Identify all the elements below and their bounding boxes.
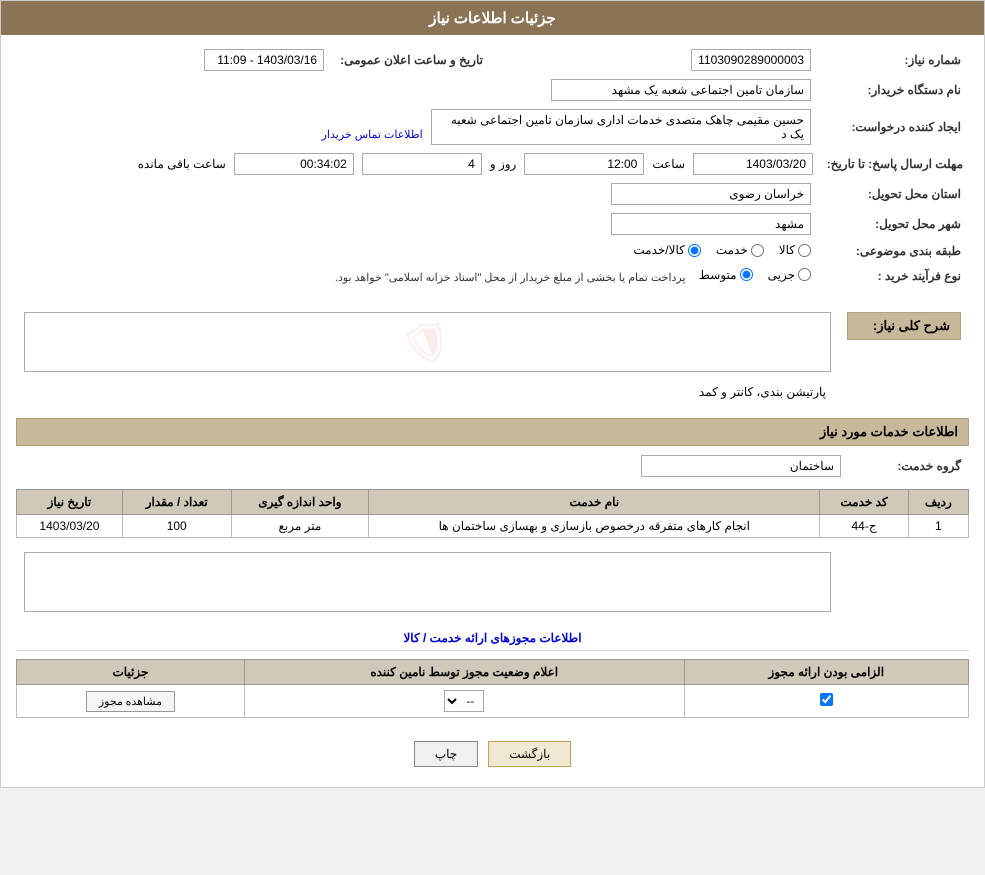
category-both-radio[interactable] [688,244,701,257]
back-button[interactable]: بازگشت [488,741,571,767]
need-number-label: شماره نیاز: [819,45,969,75]
page-wrapper: جزئیات اطلاعات نیاز شماره نیاز: 11030902… [0,0,985,788]
permits-header-row: الزامی بودن ارائه مجوز اعلام وضعیت مجوز … [17,660,969,685]
cell-row: 1 [908,515,968,538]
permits-col-required: الزامی بودن ارائه مجوز [684,660,968,685]
table-row: 1 ج-44 انجام کارهای متفرقه درخصوص بازساز… [17,515,969,538]
service-group-label: گروه خدمت: [849,451,969,481]
category-goods[interactable]: کالا [779,243,811,257]
purchase-type-content: جزیی متوسط پرداخت تمام یا بخشی از مبلغ خ… [16,264,819,289]
purchase-note: پرداخت تمام یا بخشی از مبلغ خریدار از مح… [335,272,686,284]
category-options: کالا خدمت کالا/خدمت [16,239,819,264]
city-label: شهر محل تحویل: [819,209,969,239]
deadline-label: مهلت ارسال پاسخ: تا تاریخ: [819,149,969,179]
cell-date: 1403/03/20 [17,515,123,538]
page-title: جزئیات اطلاعات نیاز [429,10,556,27]
need-desc-watermark-area: 🛡 [24,302,831,382]
service-group-table: گروه خدمت: ساختمان [16,451,969,481]
buyer-org-field: سازمان تامین اجتماعی شعبه یک مشهد [551,79,811,101]
col-date: تاریخ نیاز [17,490,123,515]
purchase-medium-radio[interactable] [740,268,753,281]
permits-section-header: اطلاعات مجوزهای ارائه خدمت / کالا [16,626,969,651]
page-header: جزئیات اطلاعات نیاز [1,1,984,35]
requester-contact-link[interactable]: اطلاعات تماس خریدار [322,129,423,141]
deadline-date-field: 1403/03/20 [693,153,813,175]
permit-status-cell: -- [244,685,684,718]
deadline-remain-field: 00:34:02 [234,153,354,175]
basic-info-table: شماره نیاز: 1103090289000003 تاریخ و ساع… [16,45,969,288]
need-desc-content: 🛡 پارتیشن بندی، کانتر و کمد [16,296,839,408]
purchase-radio-group: جزیی متوسط [699,268,811,282]
need-number-value: 1103090289000003 [503,45,819,75]
action-buttons-row: بازگشت چاپ [16,726,969,777]
need-desc-textarea[interactable] [24,312,831,372]
cell-code: ج-44 [820,515,908,538]
category-label: طبقه بندی موضوعی: [819,239,969,264]
permit-required-checkbox[interactable] [820,693,833,706]
buyer-org-label: نام دستگاه خریدار: [819,75,969,105]
requester-field: حسین مقیمی چاهک متصدی خدمات اداری سازمان… [431,109,811,145]
need-desc-section-title: شرح کلی نیاز: [847,312,961,340]
deadline-row-content: 1403/03/20 ساعت 12:00 روز و 4 00:34:02 س… [16,149,819,179]
services-data-table: ردیف کد خدمت نام خدمت واحد اندازه گیری ت… [16,489,969,538]
col-row: ردیف [908,490,968,515]
need-number-field: 1103090289000003 [691,49,811,71]
purchase-medium[interactable]: متوسط [699,268,753,282]
announce-date-label: تاریخ و ساعت اعلان عمومی: [332,45,503,75]
service-group-value: ساختمان [16,451,849,481]
col-code: کد خدمت [820,490,908,515]
cell-name: انجام کارهای متفرقه درخصوص بازسازی و بهس… [369,515,820,538]
buyer-desc-box [24,552,831,612]
cell-qty: 100 [122,515,231,538]
purchase-type-label: نوع فرآیند خرید : [819,264,969,289]
service-group-field: ساختمان [641,455,841,477]
cell-unit: متر مربع [231,515,369,538]
permits-data-row: -- مشاهده مجوز [17,685,969,718]
buyer-desc-table [16,546,969,618]
content-area: شماره نیاز: 1103090289000003 تاریخ و ساع… [1,35,984,787]
purchase-partial-radio[interactable] [798,268,811,281]
city-value: مشهد [16,209,819,239]
requester-value: حسین مقیمی چاهک متصدی خدمات اداری سازمان… [16,105,819,149]
category-service-radio[interactable] [751,244,764,257]
view-permit-button[interactable]: مشاهده مجوز [86,691,175,712]
province-value: خراسان رضوی [16,179,819,209]
service-info-section-header: اطلاعات خدمات مورد نیاز [16,418,969,446]
permit-status-select[interactable]: -- [444,690,484,712]
deadline-days-field: 4 [362,153,482,175]
buyer-desc-content [16,546,839,618]
buyer-org-value: سازمان تامین اجتماعی شعبه یک مشهد [16,75,819,105]
province-field: خراسان رضوی [611,183,811,205]
city-field: مشهد [611,213,811,235]
print-button[interactable]: چاپ [414,741,478,767]
col-unit: واحد اندازه گیری [231,490,369,515]
deadline-time-label: ساعت [652,157,685,171]
deadline-time-field: 12:00 [524,153,644,175]
announce-date-field: 1403/03/16 - 11:09 [204,49,324,71]
table-header-row: ردیف کد خدمت نام خدمت واحد اندازه گیری ت… [17,490,969,515]
purchase-partial[interactable]: جزیی [768,268,811,282]
announce-date-value: 1403/03/16 - 11:09 [16,45,332,75]
need-desc-table: شرح کلی نیاز: 🛡 پارتیشن بندی، کانتر و کم… [16,296,969,408]
col-name: نام خدمت [369,490,820,515]
col-qty: تعداد / مقدار [122,490,231,515]
deadline-day-label: روز و [490,157,517,171]
deadline-remain-label: ساعت باقی مانده [138,157,226,171]
permit-required-cell [684,685,968,718]
category-radio-group: کالا خدمت کالا/خدمت [633,243,811,257]
permits-data-table: الزامی بودن ارائه مجوز اعلام وضعیت مجوز … [16,659,969,718]
need-desc-text: پارتیشن بندی، کانتر و کمد [24,382,831,402]
province-label: استان محل تحویل: [819,179,969,209]
category-both[interactable]: کالا/خدمت [633,243,700,257]
permit-details-cell: مشاهده مجوز [17,685,245,718]
permits-col-status: اعلام وضعیت مجوز توسط نامین کننده [244,660,684,685]
permits-col-details: جزئیات [17,660,245,685]
requester-label: ایجاد کننده درخواست: [819,105,969,149]
category-service[interactable]: خدمت [716,243,764,257]
category-goods-radio[interactable] [798,244,811,257]
